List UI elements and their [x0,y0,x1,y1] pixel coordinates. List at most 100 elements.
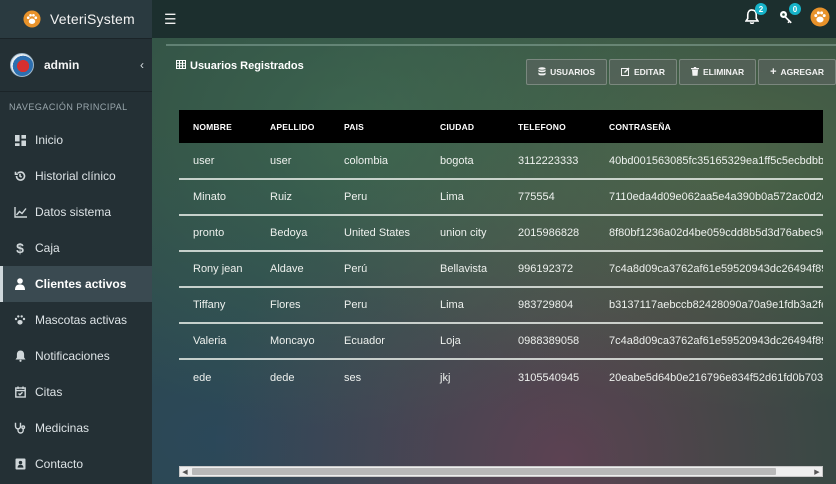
scroll-right-icon[interactable]: ▶ [812,468,822,476]
table-cell: 2015986828 [504,215,595,252]
keys-button[interactable]: 0 [776,3,801,29]
box-title-text: Usuarios Registrados [190,60,304,72]
agregar-button[interactable]: + AGREGAR [758,59,836,85]
table-cell: 3112223333 [504,143,595,180]
table-header-row: NOMBRE APELLIDO PAIS CIUDAD TELEFONO CON… [179,110,823,143]
sidebar-item-datos[interactable]: Datos sistema [0,194,152,230]
users-table-container[interactable]: NOMBRE APELLIDO PAIS CIUDAD TELEFONO CON… [179,110,823,436]
sidebar-item-label: Historial clínico [35,169,116,183]
table-icon [176,60,186,72]
address-book-icon [13,458,27,470]
sidebar-item-label: Caja [35,241,60,255]
table-cell: Bellavista [426,251,504,288]
paw-icon [13,314,27,326]
sidebar-item-label: Citas [35,385,63,399]
sidebar-item-notificaciones[interactable]: Notificaciones [0,338,152,374]
user-icon [13,278,27,290]
menu-toggle-icon[interactable]: ☰ [164,11,182,28]
plus-icon: + [770,66,777,78]
table-row[interactable]: Valeria Moncayo Ecuador Loja 0988389058 … [179,323,823,360]
table-cell: 3105540945 [518,371,580,384]
dollar-icon: $ [16,240,24,256]
sidebar-item-contacto[interactable]: Contacto [0,446,152,482]
table-cell: United States [330,215,426,252]
table-cell: Ecuador [330,323,426,360]
sidebar-item-caja[interactable]: $ Caja [0,230,152,266]
agregar-label: AGREGAR [780,67,824,77]
sidebar-nav: Inicio Historial clínico Datos sistema $… [0,122,152,482]
chevron-left-icon[interactable]: ‹ [132,58,152,72]
user-name: admin [44,58,80,72]
horizontal-scrollbar[interactable]: ◀ ▶ [179,466,823,477]
table-cell: dede [270,371,295,384]
table-cell: Peru [330,179,426,216]
history-icon [13,170,27,182]
column-header[interactable]: CONTRASEÑA [595,110,823,143]
action-buttons: USUARIOS EDITAR ELIMINAR + AGREGAR [526,59,836,85]
table-row[interactable]: ede dede ses jkj 3105540945 20eabe5d64b0… [179,359,823,395]
table-cell: ses [344,371,362,384]
table-row[interactable]: pronto Bedoya United States union city 2… [179,215,823,252]
sidebar-item-label: Medicinas [35,421,90,435]
column-header[interactable]: TELEFONO [504,110,595,143]
user-menu-button[interactable] [810,7,830,32]
column-header[interactable]: NOMBRE [179,110,256,143]
main-content: Usuarios Registrados USUARIOS EDITAR ELI… [152,38,836,484]
avatar[interactable] [10,53,34,77]
table-cell: 775554 [504,179,595,216]
sidebar-item-clientes[interactable]: Clientes activos [0,266,152,302]
column-header[interactable]: PAIS [330,110,426,143]
table-row[interactable]: Rony jean Aldave Perú Bellavista 9961923… [179,251,823,288]
topbar: ☰ 2 0 [152,0,836,38]
trash-icon [691,66,700,78]
scrollbar-thumb[interactable] [192,468,776,475]
table-cell: Tiffany [179,287,256,324]
eliminar-label: ELIMINAR [703,67,745,77]
edit-icon [621,67,630,78]
brand-name: VeteriSystem [50,11,135,27]
editar-label: EDITAR [634,67,666,77]
paw-logo-icon [22,9,42,29]
table-cell: user [256,143,330,180]
sidebar-item-label: Contacto [35,457,84,471]
table-cell: Perú [330,251,426,288]
stethoscope-icon [13,422,27,434]
sidebar-item-historial[interactable]: Historial clínico [0,158,152,194]
nav-header: NAVEGACIÓN PRINCIPAL [9,102,128,112]
sidebar-item-label: Datos sistema [35,205,112,219]
editar-button[interactable]: EDITAR [609,59,678,85]
table-row[interactable]: Tiffany Flores Peru Lima 983729804 b3137… [179,287,823,324]
table-cell: 7c4a8d09ca3762af61e59520943dc26494f89 [595,251,823,288]
dashboard-icon [13,134,27,146]
usuarios-label: USUARIOS [550,67,595,77]
line-chart-icon [13,206,27,218]
notifications-button[interactable]: 2 [742,3,767,29]
table-cell: union city [426,215,504,252]
table-cell: b3137117aebccb82428090a70a9e1fdb3a2fe [595,287,823,324]
column-header[interactable]: APELLIDO [256,110,330,143]
notifications-badge: 2 [755,3,767,15]
eliminar-button[interactable]: ELIMINAR [679,59,757,85]
sidebar-item-medicinas[interactable]: Medicinas [0,410,152,446]
bell-icon [13,350,27,362]
sidebar-item-citas[interactable]: Citas [0,374,152,410]
scroll-left-icon[interactable]: ◀ [180,468,190,476]
table-row[interactable]: user user colombia bogota 3112223333 40b… [179,143,823,180]
table-row[interactable]: Minato Ruiz Peru Lima 775554 7110eda4d09… [179,179,823,216]
table-cell: 996192372 [504,251,595,288]
sidebar-item-inicio[interactable]: Inicio [0,122,152,158]
usuarios-button[interactable]: USUARIOS [526,59,607,85]
brand[interactable]: VeteriSystem [0,0,152,38]
sidebar-item-label: Inicio [35,133,64,147]
calendar-icon [13,386,27,398]
table-cell: bogota [426,143,504,180]
column-header[interactable]: CIUDAD [426,110,504,143]
paw-avatar-icon [810,7,830,32]
sidebar-item-mascotas[interactable]: Mascotas activas [0,302,152,338]
table-cell: Valeria [179,323,256,360]
table-cell: Ruiz [256,179,330,216]
table-cell: 7110eda4d09e062aa5e4a390b0a572ac0d2c02 [595,179,823,216]
user-panel: admin ‹ [0,38,152,92]
keys-badge: 0 [789,3,801,15]
sidebar: VeteriSystem admin ‹ NAVEGACIÓN PRINCIPA… [0,0,152,484]
